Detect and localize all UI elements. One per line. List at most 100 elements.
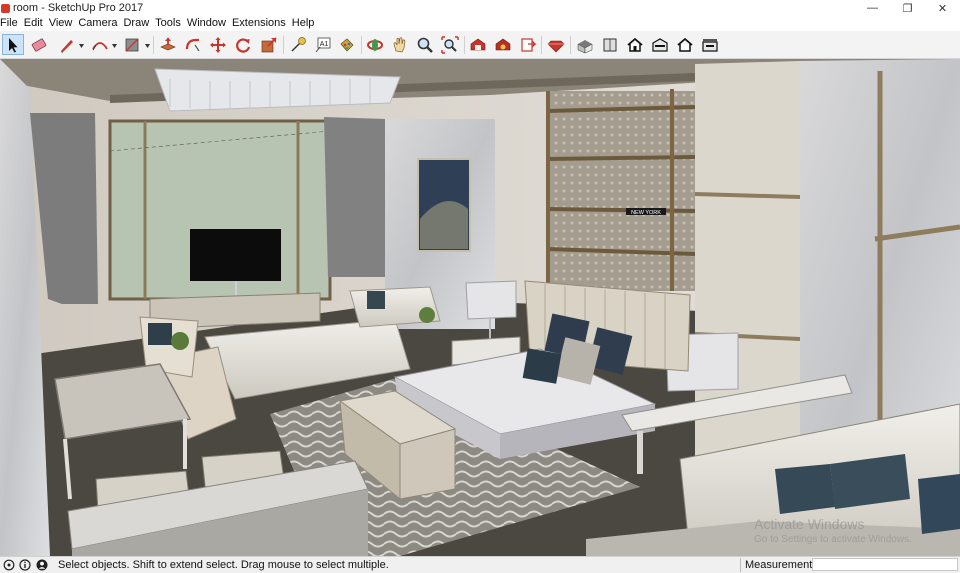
shape-dropdown-arrow-icon[interactable] <box>145 44 150 48</box>
menu-camera[interactable]: Camera <box>75 16 120 31</box>
right-view-button[interactable] <box>649 34 671 55</box>
menu-view[interactable]: View <box>46 16 76 31</box>
status-divider <box>740 558 741 572</box>
text-tool-button[interactable]: A1 <box>312 34 334 55</box>
credits-info-icon[interactable] <box>19 559 31 571</box>
arc-tool-button[interactable] <box>89 34 111 55</box>
menu-window[interactable]: Window <box>184 16 229 31</box>
eraser-tool-button[interactable] <box>28 34 50 55</box>
measurements-input[interactable] <box>812 558 958 571</box>
iso-view-icon <box>577 39 593 53</box>
geo-location-icon[interactable] <box>3 559 15 571</box>
bookcase-wallpaper <box>548 91 698 291</box>
rectangle-shape-icon <box>125 38 139 51</box>
toolbar-separator <box>570 36 571 54</box>
extension-warehouse-button[interactable] <box>492 34 514 55</box>
front-view-button[interactable] <box>624 34 646 55</box>
menu-draw[interactable]: Draw <box>120 16 152 31</box>
toolbar-separator <box>541 36 542 54</box>
pencil-icon <box>61 39 73 53</box>
bed-pillow-front <box>522 348 562 384</box>
rotate-tool-button[interactable] <box>232 34 254 55</box>
new-york-sign-text: NEW YORK <box>631 210 661 216</box>
menu-tools[interactable]: Tools <box>152 16 184 31</box>
extension-warehouse-icon <box>495 38 511 50</box>
line-tool-button[interactable] <box>56 34 78 55</box>
select-tool-button[interactable] <box>2 34 24 55</box>
toolbar-separator <box>464 36 465 54</box>
sofa-pillow-1 <box>775 464 835 514</box>
select-arrow-icon <box>9 37 18 52</box>
pan-tool-button[interactable] <box>389 34 411 55</box>
shape-tool-button[interactable] <box>121 34 143 55</box>
menu-file[interactable]: File <box>0 16 21 31</box>
orbit-tool-button[interactable] <box>364 34 386 55</box>
eraser-icon <box>31 38 47 51</box>
sofa-pillow-3 <box>918 474 960 534</box>
table-lamp-left <box>465 280 517 320</box>
ruby-gem-icon <box>547 40 565 52</box>
paint-bucket-tool-button[interactable] <box>336 34 358 55</box>
chair-cushion <box>148 323 172 345</box>
status-hint-text: Select objects. Shift to extend select. … <box>58 559 389 571</box>
follow-me-icon <box>185 38 200 51</box>
top-view-icon <box>603 38 617 51</box>
zoom-tool-button[interactable] <box>414 34 436 55</box>
paint-bucket-icon <box>340 38 354 52</box>
maximize-button[interactable]: ❐ <box>890 0 925 16</box>
move-arrows-icon <box>210 36 226 53</box>
toolbar-separator <box>361 36 362 54</box>
close-button[interactable]: ✕ <box>925 0 960 16</box>
3d-model-viewport[interactable]: NEW YORK <box>0 59 960 556</box>
front-view-house-icon <box>627 37 643 52</box>
top-view-button[interactable] <box>599 34 621 55</box>
zoom-magnifier-icon <box>417 37 433 53</box>
line-dropdown-arrow-icon[interactable] <box>79 44 84 48</box>
text-label-icon: A1 <box>315 37 331 52</box>
user-account-icon[interactable] <box>36 559 48 571</box>
television <box>190 229 281 281</box>
layout-icon <box>521 37 537 52</box>
measurements-label: Measurements <box>745 559 818 571</box>
arc-dropdown-arrow-icon[interactable] <box>112 44 117 48</box>
rotate-icon <box>236 37 251 53</box>
bedroom-living-room-render: NEW YORK <box>0 59 960 556</box>
orbit-icon <box>367 38 383 51</box>
push-pull-tool-button[interactable] <box>157 34 179 55</box>
warehouse-icon <box>470 38 486 50</box>
minimize-button[interactable]: — <box>855 0 890 16</box>
push-pull-icon <box>160 37 176 50</box>
pan-hand-icon <box>393 36 406 52</box>
follow-me-tool-button[interactable] <box>182 34 204 55</box>
menu-edit[interactable]: Edit <box>21 16 46 31</box>
toolbar-separator <box>283 36 284 54</box>
ruby-console-button[interactable] <box>545 34 567 55</box>
status-bar: Select objects. Shift to extend select. … <box>0 556 960 573</box>
svg-text:A1: A1 <box>320 41 329 48</box>
plant <box>171 332 189 350</box>
tape-measure-tool-button[interactable] <box>287 34 309 55</box>
back-view-button[interactable] <box>674 34 696 55</box>
left-view-button[interactable] <box>699 34 721 55</box>
activate-windows-watermark-subtitle: Go to Settings to activate Windows. <box>754 534 912 545</box>
move-tool-button[interactable] <box>207 34 229 55</box>
title-bar: room - SketchUp Pro 2017 — ❐ ✕ <box>0 0 960 16</box>
left-view-icon <box>702 38 718 52</box>
zoom-extents-tool-button[interactable] <box>439 34 461 55</box>
arc-icon <box>92 41 108 50</box>
activate-windows-watermark-title: Activate Windows <box>754 516 865 532</box>
sketchup-app-icon <box>1 3 10 13</box>
iso-view-button[interactable] <box>574 34 596 55</box>
window-title: room - SketchUp Pro 2017 <box>13 2 144 14</box>
menu-bar: File Edit View Camera Draw Tools Window … <box>0 16 960 31</box>
plant <box>419 307 435 323</box>
large-tool-set-toolbar: A1 <box>0 31 960 59</box>
send-to-layout-button[interactable] <box>517 34 539 55</box>
3d-warehouse-button[interactable] <box>467 34 489 55</box>
right-curtain <box>324 117 385 277</box>
loveseat-pillow <box>367 291 385 309</box>
menu-help[interactable]: Help <box>289 16 318 31</box>
menu-extensions[interactable]: Extensions <box>229 16 289 31</box>
zoom-extents-icon <box>441 35 459 54</box>
scale-tool-button[interactable] <box>258 34 280 55</box>
